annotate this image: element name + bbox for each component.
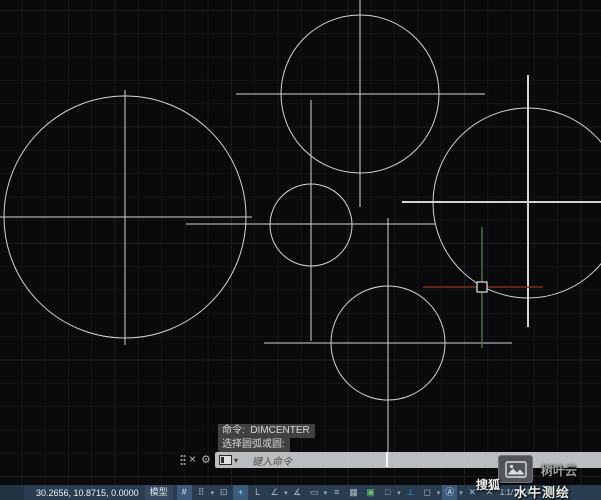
polar-tracking-icon[interactable]: ∠ [267,485,282,500]
cursor-pickbox[interactable] [476,281,488,293]
grid-icon[interactable]: # [176,485,192,500]
autocad-window: 命令: DIMCENTER 选择圆弧或圆: × ⚙ ▾ 键入命令 30.2656… [0,0,601,500]
drawing-entities[interactable] [0,0,601,485]
selection-filter-icon[interactable]: ◻ [420,485,435,500]
dynamic-ucs-icon[interactable]: ⊥ [403,485,418,500]
centerline-over-command-bar [386,452,388,467]
snap-mode-icon[interactable]: ⠿ [194,485,209,500]
chevron-down-icon[interactable]: ▾ [397,489,401,497]
drawing-canvas[interactable] [0,0,601,485]
annotation-visibility-icon[interactable]: Ⓐ [442,485,458,500]
dynamic-input-icon[interactable]: + [233,485,249,500]
isometric-draft-icon[interactable]: ∡ [290,485,305,500]
object-snap-icon[interactable]: ▭ [307,485,322,500]
watermark-buffalo-surveying: 水牛测绘 [514,485,571,500]
customize-wrench-icon[interactable]: ⚙ [201,452,211,468]
coordinates-display[interactable]: 30.2656, 10.8715, 0.0000 [24,488,145,498]
infer-constraints-icon[interactable]: ⊡ [216,485,231,500]
status-bar-spacer [0,485,24,500]
model-tab-button[interactable]: 模型 [144,485,173,500]
command-bar-grip[interactable] [180,454,186,466]
chevron-down-icon[interactable]: ▾ [234,456,238,465]
chevron-down-icon[interactable]: ▾ [211,489,215,497]
chevron-down-icon[interactable]: ▾ [284,489,288,497]
command-window-icon[interactable] [219,455,232,465]
status-bar: 30.2656, 10.8715, 0.0000 模型 # ⠿ ▾ ⊡ + L ∠ ▾ ∡ ▭ ▾ ≡… [0,485,601,500]
command-input-placeholder[interactable]: 键入命令 [252,453,292,468]
status-icon-row: # ⠿ ▾ ⊡ + L ∠ ▾ ∡ ▭ ▾ ≡ ▦ ▣ □ ▾ ⊥ ◻ ▾ Ⓐ ▾ ✕ ✕ [176,485,498,500]
chevron-down-icon[interactable]: ▾ [324,489,328,497]
selection-cycling-icon[interactable]: ▣ [363,485,378,500]
broken-image-placeholder-icon [498,455,533,483]
chevron-down-icon[interactable]: ▾ [437,489,441,497]
command-history-line: 命令: DIMCENTER [218,424,315,438]
ortho-mode-icon[interactable]: L [250,485,265,500]
lineweight-icon[interactable]: ≡ [329,485,344,500]
command-prompt-line: 选择圆弧或圆: [218,438,290,452]
close-icon[interactable]: × [189,451,196,467]
chevron-down-icon[interactable]: ▾ [459,489,463,497]
watermark-tree-leaf-cloud: 树叶云 [541,464,578,478]
transparency-icon[interactable]: ▦ [346,485,361,500]
osnap-3d-icon[interactable]: □ [380,485,395,500]
watermark-sohu: 搜狐 [476,478,501,492]
